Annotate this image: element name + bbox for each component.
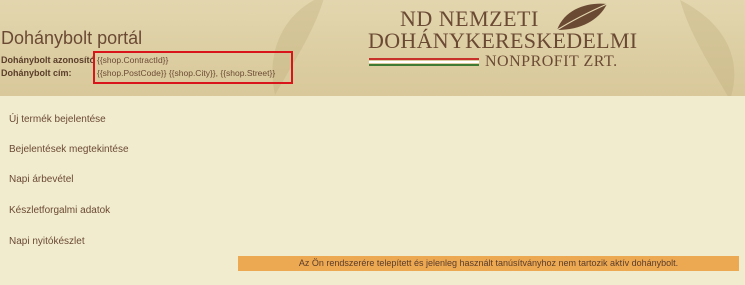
menu-item-opening-stock[interactable]: Napi nyitókészlet (9, 236, 85, 247)
menu-item-view-reports[interactable]: Bejelentések megtekintése (9, 144, 129, 155)
menu-item-stock-data[interactable]: Készletforgalmi adatok (9, 205, 110, 216)
company-logo: ND NEMZETI DOHÁNYKERESKEDELMI NONPROFIT … (365, 2, 637, 82)
background-leaf-icon (680, 0, 735, 96)
menu-item-new-product[interactable]: Új termék bejelentése (9, 114, 106, 125)
shop-address-label: Dohánybolt cím: (1, 68, 72, 78)
warning-notice: Az Ön rendszerére telepített és jelenleg… (238, 256, 739, 271)
shop-info-highlight (93, 51, 293, 84)
shop-id-label: Dohánybolt azonosító (1, 55, 95, 65)
flag-stripe-white (369, 61, 479, 63)
page-title: Dohánybolt portál (1, 28, 143, 48)
flag-stripe-green (369, 64, 479, 66)
header-banner: Dohánybolt portál Dohánybolt azonosító {… (0, 0, 745, 96)
logo-line-3: NONPROFIT ZRT. (485, 53, 618, 70)
menu-item-daily-revenue[interactable]: Napi árbevétel (9, 174, 73, 185)
flag-stripe-red (369, 58, 479, 60)
logo-line-2: DOHÁNYKERESKEDELMI (368, 28, 638, 53)
